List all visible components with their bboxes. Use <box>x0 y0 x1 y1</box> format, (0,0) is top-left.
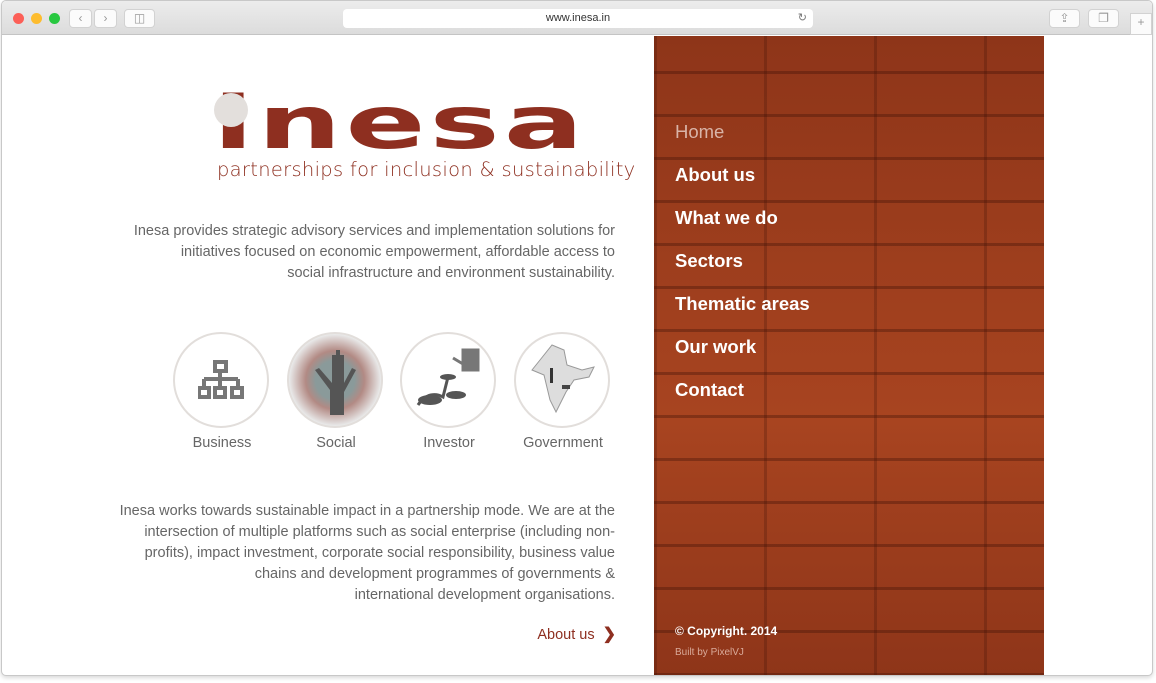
new-tab-icon[interactable]: + <box>1130 13 1152 35</box>
built-by-link[interactable]: Built by PixelVJ <box>675 647 744 658</box>
nav-about-us[interactable]: About us <box>675 164 755 186</box>
nav-home[interactable]: Home <box>675 121 724 143</box>
minimize-window-button[interactable] <box>31 13 42 24</box>
org-chart-icon <box>198 360 244 399</box>
hand-tree-icon <box>315 350 356 415</box>
business-label[interactable]: Business <box>162 435 282 451</box>
government-label[interactable]: Government <box>503 435 623 451</box>
business-circle[interactable] <box>173 332 269 428</box>
nav-sectors[interactable]: Sectors <box>675 250 743 272</box>
body-line: chains and development programmes of gov… <box>254 566 615 582</box>
tagline: partnerships for inclusion & sustainabil… <box>217 158 636 181</box>
maximize-window-button[interactable] <box>49 13 60 24</box>
intro-line: social infrastructure and environment su… <box>287 265 615 281</box>
india-map-icon <box>531 344 595 414</box>
watering-can-plant-icon <box>416 348 480 406</box>
chevron-right-icon: ❯ <box>602 626 616 643</box>
share-icon[interactable]: ⇪ <box>1049 9 1080 28</box>
about-us-link-label: About us <box>537 627 595 643</box>
nav-panel: Home About us What we do Sectors Themati… <box>654 36 1044 675</box>
body-line: international development organisations. <box>354 587 615 603</box>
tabs-icon[interactable]: ❐ <box>1088 9 1119 28</box>
back-button[interactable]: ‹ <box>69 9 92 28</box>
nav-what-we-do[interactable]: What we do <box>675 207 778 229</box>
investor-circle[interactable] <box>400 332 496 428</box>
nav-thematic-areas[interactable]: Thematic areas <box>675 293 810 315</box>
logo-dot <box>214 93 248 127</box>
browser-window: ‹ › ◫ www.inesa.in ↻ ⇪ ❐ + inesa partners… <box>1 0 1153 676</box>
social-circle[interactable] <box>287 332 383 428</box>
body-line: profits), impact investment, corporate s… <box>144 545 615 561</box>
body-line: intersection of multiple platforms such … <box>144 524 615 540</box>
government-circle[interactable] <box>514 332 610 428</box>
intro-line: initiatives focused on economic empowerm… <box>180 244 615 260</box>
browser-toolbar: ‹ › ◫ www.inesa.in ↻ ⇪ ❐ + <box>2 1 1152 35</box>
forward-button[interactable]: › <box>94 9 117 28</box>
logo-wordmark: inesa <box>213 79 588 166</box>
copyright: © Copyright. 2014 <box>675 624 778 638</box>
nav-our-work[interactable]: Our work <box>675 336 756 358</box>
body-line: Inesa works towards sustainable impact i… <box>119 503 615 519</box>
intro-line: Inesa provides strategic advisory servic… <box>133 223 615 239</box>
nav-contact[interactable]: Contact <box>675 379 744 401</box>
social-label[interactable]: Social <box>276 435 396 451</box>
main-content: inesa partnerships for inclusion & susta… <box>2 36 654 675</box>
reload-icon[interactable]: ↻ <box>798 9 807 28</box>
sidebar-toggle-icon[interactable]: ◫ <box>124 9 155 28</box>
close-window-button[interactable] <box>13 13 24 24</box>
body-text: Inesa works towards sustainable impact i… <box>120 501 615 606</box>
intro-text: Inesa provides strategic advisory servic… <box>134 221 615 284</box>
address-bar[interactable]: www.inesa.in ↻ <box>343 9 813 28</box>
about-us-link[interactable]: About us ❯ <box>537 624 616 644</box>
investor-label[interactable]: Investor <box>389 435 509 451</box>
url-text: www.inesa.in <box>545 12 611 24</box>
